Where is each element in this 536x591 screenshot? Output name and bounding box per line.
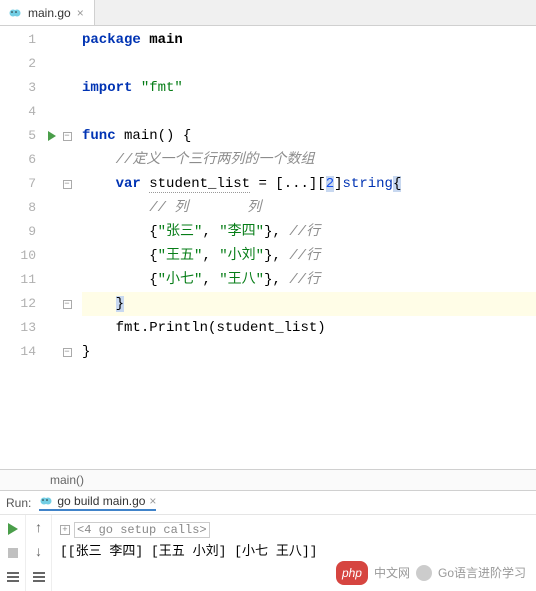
soft-wrap-button[interactable] <box>31 569 47 585</box>
line-number: 7 <box>0 172 44 196</box>
play-icon <box>48 131 56 141</box>
type: string <box>343 176 393 192</box>
console-line: [[张三 李四] [王五 小刘] [小七 王八]] <box>60 541 528 563</box>
fold-toggle[interactable]: − <box>60 340 74 364</box>
line-number: 10 <box>0 244 44 268</box>
string-literal: "张三" <box>158 224 203 240</box>
comment: // 列 列 <box>149 200 261 216</box>
string-literal: "小刘" <box>219 248 264 264</box>
run-gutter <box>44 26 60 469</box>
keyword: var <box>116 176 141 192</box>
run-tool-window: Run: go build main.go × ↑ ↓ + <4 go setup… <box>0 491 536 591</box>
keyword: package <box>82 32 141 48</box>
php-badge: php <box>336 561 368 585</box>
comment: //行 <box>289 248 320 264</box>
string-literal: "王八" <box>219 272 264 288</box>
run-config-name: go build main.go <box>57 494 145 508</box>
run-header: Run: go build main.go × <box>0 491 536 515</box>
wrap-icon <box>33 572 45 582</box>
go-file-icon <box>39 494 53 508</box>
string-literal: "王五" <box>158 248 203 264</box>
line-number: 4 <box>0 100 44 124</box>
watermark-text: Go语言进阶学习 <box>438 562 526 584</box>
run-toolbar-inner: ↑ ↓ <box>26 515 52 591</box>
identifier: student_list <box>216 320 317 336</box>
wechat-icon <box>416 565 432 581</box>
breadcrumb-item: main() <box>50 473 84 487</box>
fold-toggle[interactable]: − <box>60 124 74 148</box>
code-area[interactable]: package main import "fmt" func main() { … <box>74 26 536 469</box>
rerun-button[interactable] <box>5 521 21 537</box>
line-number: 14 <box>0 340 44 364</box>
line-number: 13 <box>0 316 44 340</box>
run-line-marker[interactable] <box>44 124 60 148</box>
editor-tab-bar: main.go × <box>0 0 536 26</box>
line-number: 5 <box>0 124 44 148</box>
fold-toggle[interactable]: − <box>60 172 74 196</box>
line-number: 11 <box>0 268 44 292</box>
number: 2 <box>326 176 334 192</box>
string-literal: "李四" <box>219 224 264 240</box>
watermark: php 中文网 Go语言进阶学习 <box>336 561 526 585</box>
watermark-text: 中文网 <box>374 562 410 584</box>
identifier: student_list <box>149 176 250 193</box>
ellipsis: ... <box>284 176 309 192</box>
string-literal: "fmt" <box>141 80 183 96</box>
line-number: 9 <box>0 220 44 244</box>
breadcrumb[interactable]: main() <box>0 469 536 491</box>
package-name: main <box>149 32 183 48</box>
line-number: 6 <box>0 148 44 172</box>
bars-icon <box>7 572 19 582</box>
stop-icon <box>8 548 18 558</box>
fold-gutter: − − − − <box>60 26 74 469</box>
expand-icon[interactable]: + <box>60 525 70 535</box>
comment: //行 <box>289 272 320 288</box>
line-number: 8 <box>0 196 44 220</box>
line-number: 3 <box>0 76 44 100</box>
line-number: 12 <box>0 292 44 316</box>
keyword: import <box>82 80 132 96</box>
comment: //行 <box>289 224 320 240</box>
fold-toggle[interactable]: − <box>60 292 74 316</box>
string-literal: "小七" <box>158 272 203 288</box>
run-config-tab[interactable]: go build main.go × <box>39 494 156 511</box>
layout-button[interactable] <box>5 569 21 585</box>
run-label: Run: <box>6 496 31 510</box>
scroll-up-button[interactable]: ↑ <box>31 521 47 537</box>
play-icon <box>8 523 18 535</box>
keyword: func <box>82 128 116 144</box>
line-number-gutter: 1 2 3 4 5 6 7 8 9 10 11 12 13 14 <box>0 26 44 469</box>
line-number: 1 <box>0 28 44 52</box>
go-file-icon <box>8 6 22 20</box>
tab-filename: main.go <box>28 6 71 20</box>
close-icon[interactable]: × <box>149 494 156 508</box>
run-toolbar-left <box>0 515 26 591</box>
close-icon[interactable]: × <box>77 6 84 20</box>
comment: //定义一个三行两列的一个数组 <box>116 152 315 168</box>
call: fmt.Println <box>116 320 208 336</box>
folded-region[interactable]: <4 go setup calls> <box>74 522 210 538</box>
line-number: 2 <box>0 52 44 76</box>
tab-main-go[interactable]: main.go × <box>0 0 95 25</box>
editor: 1 2 3 4 5 6 7 8 9 10 11 12 13 14 − − − −… <box>0 26 536 469</box>
console-output[interactable]: + <4 go setup calls> [[张三 李四] [王五 小刘] [小七… <box>52 515 536 591</box>
stop-button[interactable] <box>5 545 21 561</box>
func-name: main <box>124 128 158 144</box>
scroll-down-button[interactable]: ↓ <box>31 545 47 561</box>
